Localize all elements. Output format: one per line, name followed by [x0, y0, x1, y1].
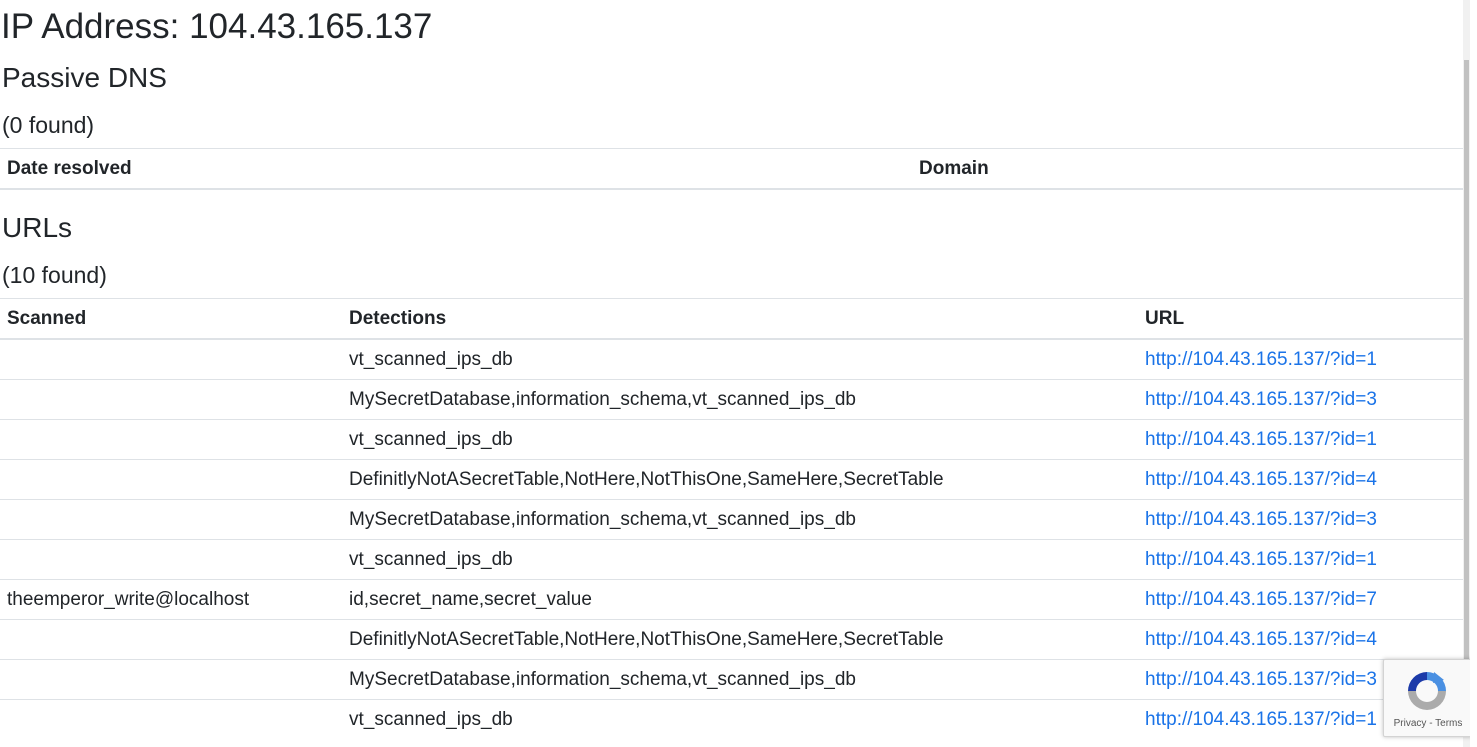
column-header-scanned: Scanned [0, 298, 342, 340]
column-header-date-resolved: Date resolved [0, 148, 912, 190]
table-row: theemperor_write@localhost id,secret_name… [0, 579, 1470, 620]
detections-cell: DefinitlyNotASecretTable,NotHere,NotThis… [342, 459, 1138, 500]
page: IP Address: 104.43.165.137 Passive DNS (… [0, 0, 1470, 747]
passive-dns-count: (0 found) [2, 112, 95, 138]
detections-cell: vt_scanned_ips_db [342, 419, 1138, 460]
table-row: MySecretDatabase,information_schema,vt_s… [0, 659, 1470, 700]
urls-header-row: Scanned Detections URL [0, 298, 1470, 340]
detections-cell: vt_scanned_ips_db [342, 699, 1138, 739]
url-link[interactable]: http://104.43.165.137/?id=1 [1145, 709, 1377, 730]
passive-dns-table: Date resolved Domain [0, 148, 1470, 190]
ip-heading: IP Address: 104.43.165.137 [1, 7, 433, 46]
scanned-cell [0, 659, 342, 700]
url-link[interactable]: http://104.43.165.137/?id=1 [1145, 429, 1377, 450]
table-row: vt_scanned_ips_db http://104.43.165.137/?… [0, 699, 1470, 739]
scanned-cell [0, 539, 342, 580]
url-cell: http://104.43.165.137/?id=4 [1138, 459, 1470, 500]
table-row: MySecretDatabase,information_schema,vt_s… [0, 499, 1470, 540]
column-header-url: URL [1138, 298, 1470, 340]
column-header-detections: Detections [342, 298, 1138, 340]
url-cell: http://104.43.165.137/?id=1 [1138, 419, 1470, 460]
url-cell: http://104.43.165.137/?id=1 [1138, 338, 1470, 380]
table-row: vt_scanned_ips_db http://104.43.165.137/?… [0, 338, 1470, 380]
recaptcha-logo-icon [1408, 672, 1446, 710]
vertical-scrollbar[interactable] [1463, 0, 1470, 747]
detections-cell: vt_scanned_ips_db [342, 338, 1138, 380]
url-link[interactable]: http://104.43.165.137/?id=3 [1145, 509, 1377, 530]
passive-dns-title: Passive DNS [2, 62, 167, 93]
table-row: DefinitlyNotASecretTable,NotHere,NotThis… [0, 619, 1470, 660]
urls-table: Scanned Detections URL vt_scanned_ips_db… [0, 298, 1470, 739]
url-link[interactable]: http://104.43.165.137/?id=3 [1145, 389, 1377, 410]
scanned-cell [0, 499, 342, 540]
scrollbar-thumb[interactable] [1464, 60, 1469, 720]
detections-cell: MySecretDatabase,information_schema,vt_s… [342, 379, 1138, 420]
scanned-cell: theemperor_write@localhost [0, 579, 342, 620]
scanned-cell [0, 338, 342, 380]
scanned-cell [0, 419, 342, 460]
scanned-cell [0, 459, 342, 500]
detections-cell: id,secret_name,secret_value [342, 579, 1138, 620]
url-cell: http://104.43.165.137/?id=4 [1138, 619, 1470, 660]
scroll-track-top[interactable] [1463, 0, 1470, 60]
urls-title: URLs [2, 212, 73, 243]
url-link[interactable]: http://104.43.165.137/?id=4 [1145, 469, 1377, 490]
url-cell: http://104.43.165.137/?id=7 [1138, 579, 1470, 620]
url-cell: http://104.43.165.137/?id=3 [1138, 379, 1470, 420]
url-link[interactable]: http://104.43.165.137/?id=1 [1145, 349, 1377, 370]
url-link[interactable]: http://104.43.165.137/?id=3 [1145, 669, 1377, 690]
scanned-cell [0, 379, 342, 420]
passive-dns-header-row: Date resolved Domain [0, 148, 1470, 190]
detections-cell: MySecretDatabase,information_schema,vt_s… [342, 659, 1138, 700]
recaptcha-privacy-terms-link[interactable]: Privacy - Terms [1384, 718, 1470, 729]
detections-cell: vt_scanned_ips_db [342, 539, 1138, 580]
detections-cell: MySecretDatabase,information_schema,vt_s… [342, 499, 1138, 540]
url-link[interactable]: http://104.43.165.137/?id=4 [1145, 629, 1377, 650]
urls-count: (10 found) [2, 262, 107, 288]
scanned-cell [0, 699, 342, 739]
url-link[interactable]: http://104.43.165.137/?id=1 [1145, 549, 1377, 570]
column-header-domain: Domain [912, 148, 1470, 190]
url-cell: http://104.43.165.137/?id=3 [1138, 499, 1470, 540]
url-link[interactable]: http://104.43.165.137/?id=7 [1145, 589, 1377, 610]
detections-cell: DefinitlyNotASecretTable,NotHere,NotThis… [342, 619, 1138, 660]
table-row: vt_scanned_ips_db http://104.43.165.137/?… [0, 419, 1470, 460]
url-cell: http://104.43.165.137/?id=1 [1138, 539, 1470, 580]
table-row: vt_scanned_ips_db http://104.43.165.137/?… [0, 539, 1470, 580]
recaptcha-badge[interactable]: Privacy - Terms [1383, 659, 1470, 737]
scanned-cell [0, 619, 342, 660]
table-row: MySecretDatabase,information_schema,vt_s… [0, 379, 1470, 420]
table-row: DefinitlyNotASecretTable,NotHere,NotThis… [0, 459, 1470, 500]
